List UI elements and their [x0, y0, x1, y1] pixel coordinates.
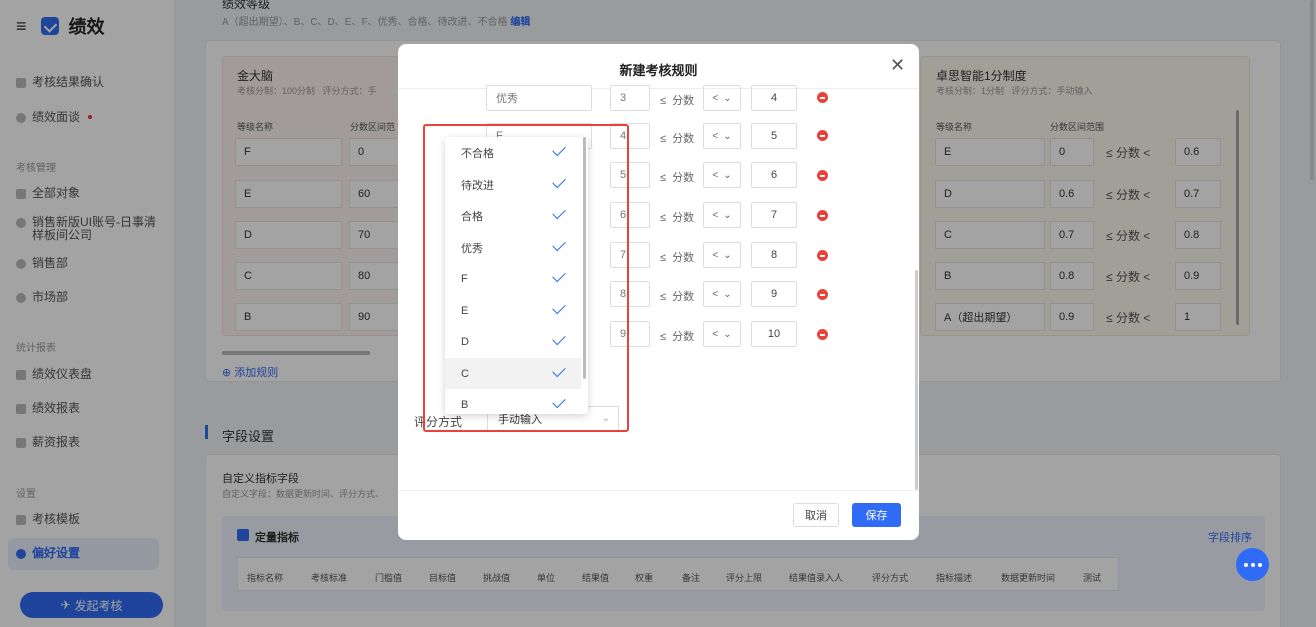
le-sign: ≤ — [660, 252, 667, 264]
delete-row-icon[interactable] — [817, 289, 828, 300]
page-scrollbar[interactable] — [1310, 0, 1314, 180]
score-label: 分数 — [672, 252, 695, 264]
chevron-down-icon: ⌄ — [723, 130, 732, 142]
dot-icon — [1250, 562, 1255, 567]
lt-sign: < — [712, 249, 719, 261]
operator-select[interactable]: < ⌄ — [703, 85, 741, 111]
more-fab-button[interactable] — [1236, 548, 1269, 581]
score-range-op: ≤ 分数 — [660, 92, 694, 108]
operator-select[interactable]: < ⌄ — [703, 202, 741, 228]
score-range-op: ≤ 分数 — [660, 328, 694, 344]
dot-icon — [1257, 562, 1262, 567]
min-score-field[interactable]: 3 — [610, 85, 650, 111]
max-score-field[interactable]: 6 — [751, 162, 797, 188]
lt-sign: < — [712, 328, 719, 340]
score-label: 分数 — [672, 133, 695, 145]
operator-select[interactable]: < ⌄ — [703, 242, 741, 268]
lt-sign: < — [712, 288, 719, 300]
score-range-op: ≤ 分数 — [660, 288, 694, 304]
operator-select[interactable]: < ⌄ — [703, 281, 741, 307]
delete-row-icon[interactable] — [817, 250, 828, 261]
max-score-field[interactable]: 4 — [751, 85, 797, 111]
modal-divider — [398, 490, 919, 491]
chevron-down-icon: ⌄ — [723, 249, 732, 261]
le-sign: ≤ — [660, 133, 667, 145]
max-score-field[interactable]: 10 — [751, 321, 797, 347]
chevron-down-icon: ⌄ — [723, 169, 732, 181]
max-score-field[interactable]: 5 — [751, 123, 797, 149]
lt-sign: < — [712, 92, 719, 104]
chevron-down-icon: ⌄ — [723, 288, 732, 300]
modal-title: 新建考核规则 — [619, 63, 698, 78]
le-sign: ≤ — [660, 172, 667, 184]
highlight-box — [423, 124, 629, 432]
le-sign: ≤ — [660, 212, 667, 224]
save-button[interactable]: 保存 — [852, 503, 901, 527]
le-sign: ≤ — [660, 331, 667, 343]
lt-sign: < — [712, 130, 719, 142]
score-label: 分数 — [672, 291, 695, 303]
score-label: 分数 — [672, 331, 695, 343]
operator-select[interactable]: < ⌄ — [703, 123, 741, 149]
score-range-op: ≤ 分数 — [660, 169, 694, 185]
delete-row-icon[interactable] — [817, 329, 828, 340]
delete-row-icon[interactable] — [817, 130, 828, 141]
lt-sign: < — [712, 169, 719, 181]
max-score-field[interactable]: 7 — [751, 202, 797, 228]
grade-name-field[interactable]: 优秀 — [486, 85, 592, 111]
lt-sign: < — [712, 209, 719, 221]
operator-select[interactable]: < ⌄ — [703, 162, 741, 188]
score-label: 分数 — [672, 172, 695, 184]
score-label: 分数 — [672, 212, 695, 224]
delete-row-icon[interactable] — [817, 92, 828, 103]
delete-row-icon[interactable] — [817, 210, 828, 221]
score-range-op: ≤ 分数 — [660, 209, 694, 225]
score-range-op: ≤ 分数 — [660, 249, 694, 265]
close-icon[interactable]: ✕ — [890, 56, 905, 74]
dot-icon — [1243, 562, 1248, 567]
chevron-down-icon: ⌄ — [723, 209, 732, 221]
modal-divider — [398, 88, 919, 89]
delete-row-icon[interactable] — [817, 170, 828, 181]
cancel-button[interactable]: 取消 — [793, 503, 839, 527]
chevron-down-icon: ⌄ — [723, 328, 732, 340]
modal-scrollbar[interactable] — [915, 270, 918, 490]
max-score-field[interactable]: 9 — [751, 281, 797, 307]
max-score-field[interactable]: 8 — [751, 242, 797, 268]
score-range-op: ≤ 分数 — [660, 130, 694, 146]
score-label: 分数 — [672, 95, 695, 107]
le-sign: ≤ — [660, 95, 667, 107]
chevron-down-icon: ⌄ — [723, 92, 732, 104]
le-sign: ≤ — [660, 291, 667, 303]
operator-select[interactable]: < ⌄ — [703, 321, 741, 347]
